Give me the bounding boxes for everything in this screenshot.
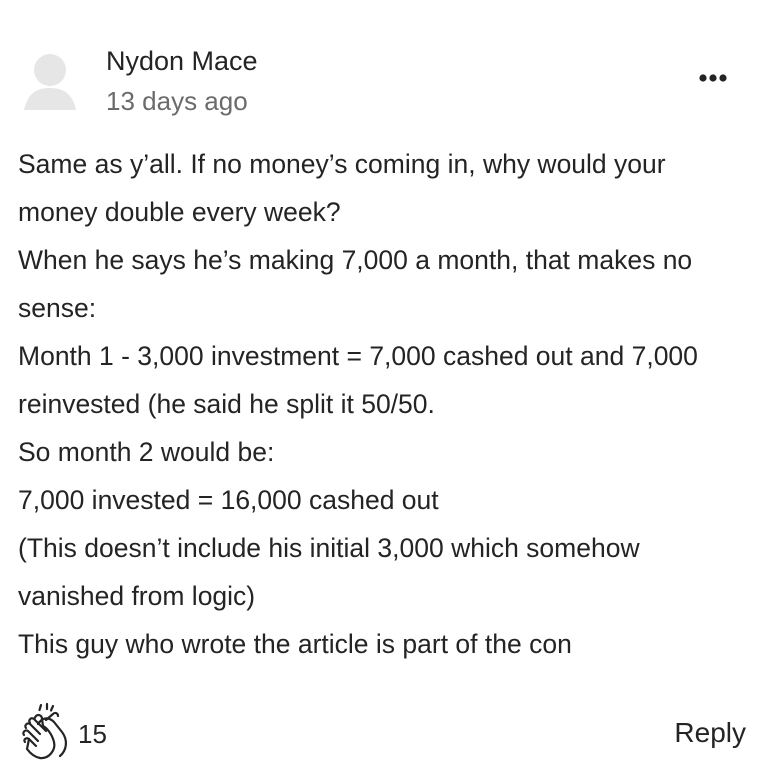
comment-body-line: When he says he’s making 7,000 a month, …	[18, 245, 693, 275]
default-avatar-icon	[24, 54, 76, 110]
avatar[interactable]	[22, 50, 78, 112]
clap-icon	[22, 702, 67, 760]
comment-body-line: 7,000 invested = 16,000 cashed out	[18, 485, 439, 515]
comment-body-line: reinvested (he said he split it 50/50.	[18, 389, 435, 419]
comment-body: Same as y’all. If no money’s coming in, …	[18, 140, 748, 668]
comment-body-line: So month 2 would be:	[18, 437, 275, 467]
clap-button[interactable]	[16, 702, 74, 762]
author-name[interactable]: Nydon Mace	[106, 44, 258, 78]
comment-body-line: (This doesn’t include his initial 3,000 …	[18, 533, 640, 563]
comment-body-line: sense:	[18, 293, 97, 323]
clap-count: 15	[78, 719, 107, 749]
comment-card: Nydon Mace 13 days ago Same as y’all. If…	[0, 0, 760, 762]
comment-timestamp[interactable]: 13 days ago	[106, 84, 248, 118]
comment-body-line: Month 1 - 3,000 investment = 7,000 cashe…	[18, 341, 698, 371]
comment-body-line: vanished from logic)	[18, 581, 256, 611]
comment-body-line: This guy who wrote the article is part o…	[18, 629, 572, 659]
comment-body-line: Same as y’all. If no money’s coming in, …	[18, 149, 666, 179]
reply-button[interactable]: Reply	[650, 712, 746, 754]
comment-body-line: money double every week?	[18, 197, 341, 227]
more-options-button[interactable]	[690, 62, 736, 94]
more-options-icon	[699, 74, 727, 82]
